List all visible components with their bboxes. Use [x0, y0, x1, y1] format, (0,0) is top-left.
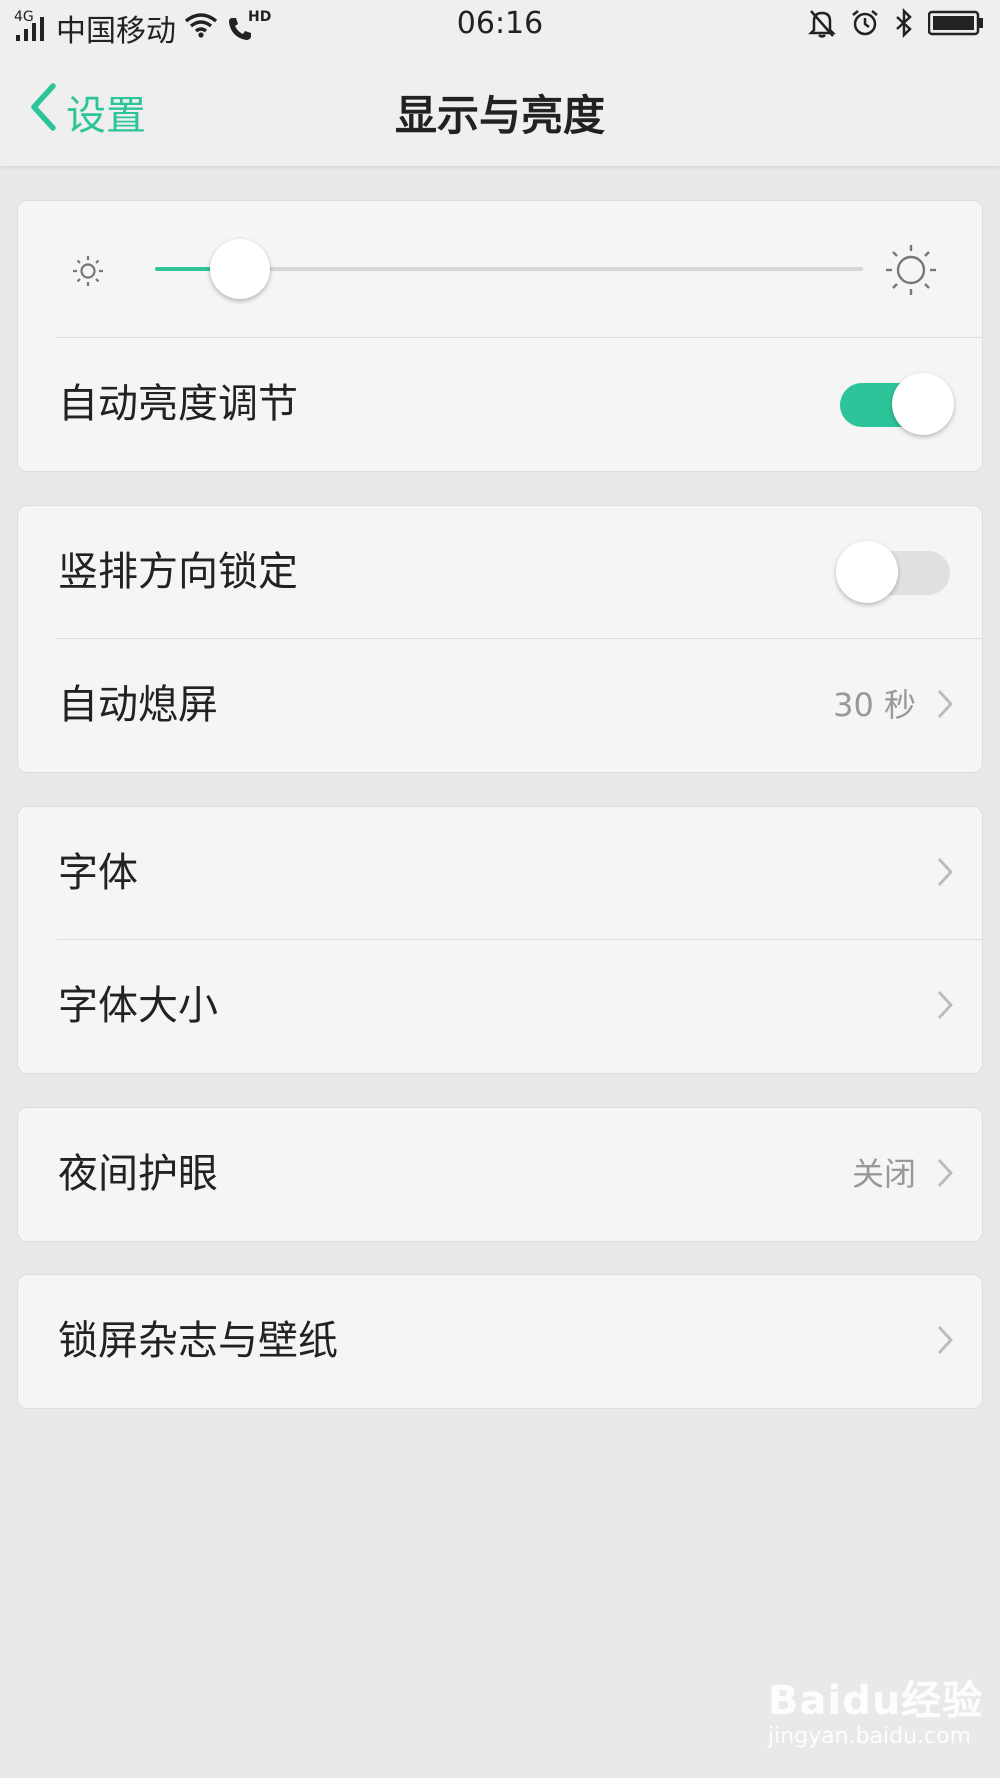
auto-sleep-row[interactable]: 自动熄屏 30 秒	[18, 639, 982, 772]
font-size-label: 字体大小	[58, 983, 218, 1029]
brightness-slider-thumb[interactable]	[209, 239, 270, 299]
night-mode-value: 关闭	[851, 1155, 916, 1193]
display-options-card: 竖排方向锁定 自动熄屏 30 秒	[17, 505, 983, 773]
status-right	[807, 7, 984, 42]
orientation-lock-row[interactable]: 竖排方向锁定	[18, 506, 982, 639]
auto-sleep-label: 自动熄屏	[58, 682, 218, 728]
brightness-low-icon	[70, 253, 106, 293]
auto-sleep-value: 30 秒	[833, 686, 916, 724]
brightness-high-icon	[884, 243, 938, 301]
status-bar: 4G 中国移动 HD 06:16	[0, 0, 1000, 52]
night-mode-label: 夜间护眼	[58, 1151, 218, 1197]
orientation-lock-toggle[interactable]	[836, 540, 950, 603]
auto-brightness-row[interactable]: 自动亮度调节	[18, 338, 982, 471]
page-title: 显示与亮度	[394, 91, 605, 140]
chevron-right-icon	[936, 688, 954, 724]
bluetooth-icon	[894, 7, 914, 42]
watermark-main: Baidu经验	[768, 1678, 984, 1724]
toggle-knob	[836, 540, 898, 603]
alarm-icon	[850, 8, 880, 42]
night-mode-card: 夜间护眼 关闭	[17, 1107, 983, 1242]
brightness-slider-row	[18, 201, 982, 338]
lockscreen-card: 锁屏杂志与壁纸	[17, 1274, 983, 1409]
font-card: 字体 字体大小	[17, 806, 983, 1074]
font-size-row[interactable]: 字体大小	[18, 940, 982, 1073]
chevron-right-icon	[936, 989, 954, 1025]
chevron-right-icon	[936, 1324, 954, 1360]
mute-icon	[807, 8, 837, 42]
auto-brightness-toggle[interactable]	[840, 372, 954, 435]
chevron-right-icon	[936, 856, 954, 892]
lockscreen-row[interactable]: 锁屏杂志与壁纸	[18, 1275, 982, 1408]
baidu-watermark: Baidu经验 jingyan.baidu.com	[768, 1668, 983, 1749]
font-label: 字体	[58, 850, 138, 896]
lockscreen-label: 锁屏杂志与壁纸	[58, 1318, 338, 1364]
nav-bar: 设置 显示与亮度	[0, 52, 1000, 167]
orientation-lock-label: 竖排方向锁定	[58, 549, 298, 595]
battery-icon	[927, 10, 984, 40]
toggle-knob	[892, 372, 954, 435]
watermark-sub: jingyan.baidu.com	[768, 1724, 972, 1749]
brightness-card: 自动亮度调节	[17, 200, 983, 472]
chevron-right-icon	[936, 1157, 954, 1193]
font-row[interactable]: 字体	[18, 807, 982, 940]
auto-brightness-label: 自动亮度调节	[58, 381, 298, 427]
night-mode-row[interactable]: 夜间护眼 关闭	[18, 1108, 982, 1241]
